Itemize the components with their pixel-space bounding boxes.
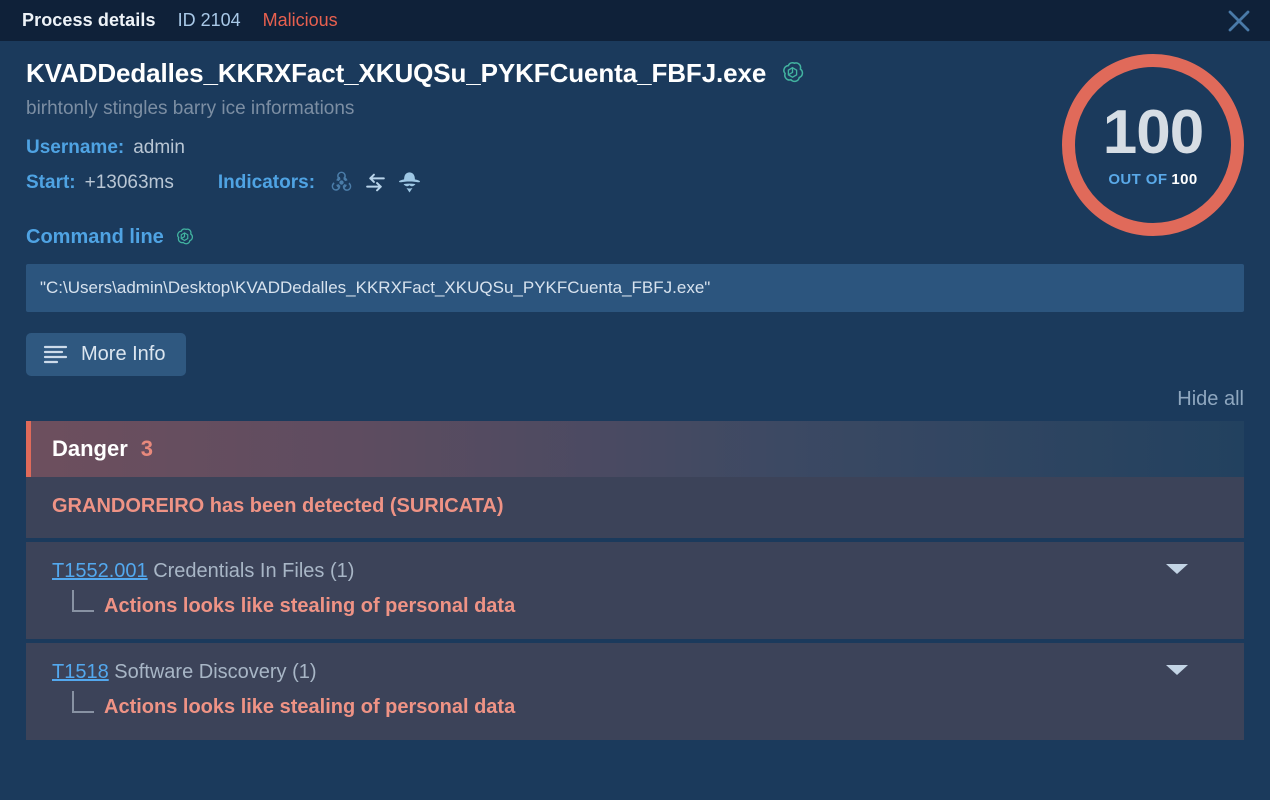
more-info-button[interactable]: More Info [26, 333, 187, 377]
danger-section: Danger 3 GRANDOREIRO has been detected (… [26, 421, 1244, 741]
danger-count: 3 [140, 436, 154, 462]
close-icon [1226, 8, 1252, 34]
file-title-row: KVADDedalles_KKRXFact_XKUQSu_PYKFCuenta_… [26, 41, 1244, 89]
indicators-label: Indicators: [217, 171, 316, 193]
username-value: admin [133, 136, 185, 158]
window-titlebar: Process details ID 2104 Malicious [0, 0, 1270, 41]
technique-detail-row: Actions looks like stealing of personal … [52, 691, 1218, 720]
threat-score-circle: 100 OUT OF 100 [1062, 54, 1244, 236]
technique-detail: Actions looks like stealing of personal … [104, 696, 516, 719]
hide-all-link[interactable]: Hide all [26, 388, 1244, 411]
command-line-value[interactable]: "C:\Users\admin\Desktop\KVADDedalles_KKR… [26, 264, 1244, 313]
technique-detail-row: Actions looks like stealing of personal … [52, 590, 1218, 619]
technique-header: T1552.001 Credentials In Files (1) [52, 559, 1218, 584]
openai-logo-icon[interactable] [173, 226, 196, 249]
openai-logo-icon[interactable] [778, 59, 807, 88]
process-id-label: ID 2104 [177, 10, 241, 30]
threat-score-subtitle: OUT OF 100 [1108, 171, 1197, 188]
table-row[interactable]: T1518 Software Discovery (1) Actions loo… [26, 643, 1244, 741]
technique-detail: Actions looks like stealing of personal … [104, 595, 516, 618]
technique-name: Software Discovery (1) [114, 661, 317, 684]
table-row[interactable]: T1552.001 Credentials In Files (1) Actio… [26, 542, 1244, 640]
file-subtitle: birhtonly stingles barry ice information… [26, 97, 355, 119]
danger-title: Danger [52, 436, 128, 462]
detection-message: GRANDOREIRO has been detected (SURICATA) [52, 495, 504, 518]
chevron-down-icon[interactable] [1166, 665, 1188, 676]
start-label: Start: [26, 171, 76, 193]
chevron-down-icon[interactable] [1166, 564, 1188, 575]
command-line-label: Command line [26, 226, 164, 249]
page-title: Process details [22, 10, 156, 30]
technique-header: T1518 Software Discovery (1) [52, 660, 1218, 685]
biohazard-icon[interactable] [329, 170, 354, 195]
danger-detection-row: GRANDOREIRO has been detected (SURICATA) [26, 477, 1244, 539]
score-out-of-label: OUT OF [1108, 171, 1168, 188]
technique-id-link[interactable]: T1552.001 [52, 560, 148, 582]
technique-name: Credentials In Files (1) [153, 560, 355, 583]
score-total: 100 [1171, 171, 1198, 188]
danger-section-header[interactable]: Danger 3 [26, 421, 1244, 478]
username-label: Username: [26, 136, 125, 158]
tree-connector-icon [72, 691, 94, 714]
command-line-header: Command line [26, 226, 1244, 249]
list-lines-icon [43, 344, 68, 365]
file-name: KVADDedalles_KKRXFact_XKUQSu_PYKFCuenta_… [26, 58, 767, 88]
network-arrows-icon[interactable] [363, 170, 388, 195]
more-info-label: More Info [81, 343, 166, 366]
spy-hat-icon[interactable] [397, 170, 422, 195]
start-value: +13063ms [84, 171, 174, 193]
tree-connector-icon [72, 590, 94, 613]
hide-all-label: Hide all [1177, 388, 1244, 411]
start-indicators-row: Start: +13063ms Indicators: [26, 170, 1244, 195]
verdict-badge: Malicious [262, 10, 338, 30]
indicator-icon-group [329, 170, 422, 195]
close-button[interactable] [1222, 4, 1256, 38]
technique-id-link[interactable]: T1518 [52, 661, 109, 683]
process-details-panel: 100 OUT OF 100 KVADDedalles_KKRXFact_XKUQ… [0, 41, 1270, 800]
threat-score-value: 100 [1102, 98, 1204, 167]
